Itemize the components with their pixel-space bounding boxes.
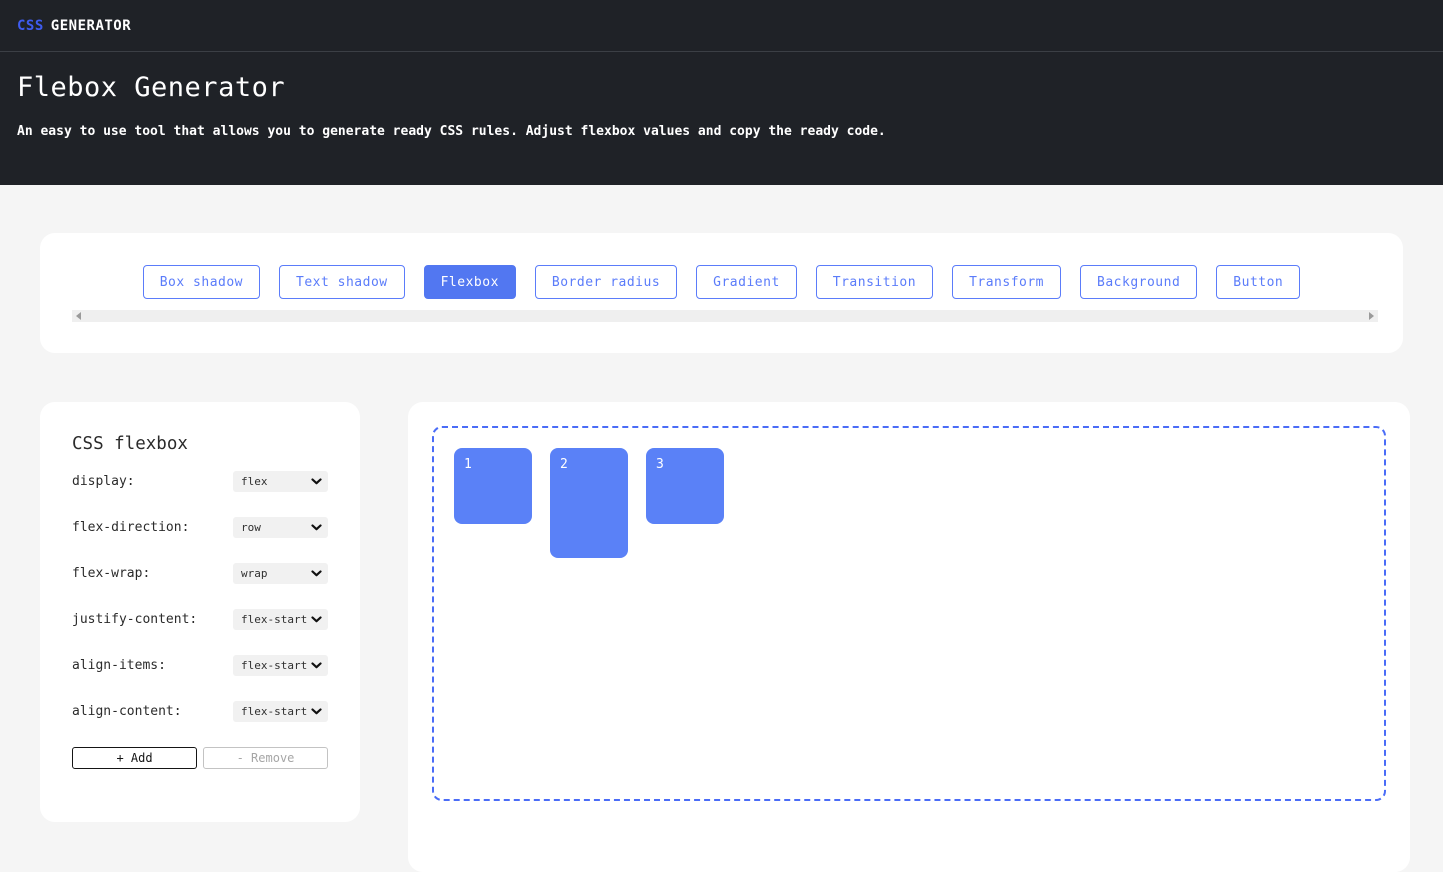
scroll-right-arrow-icon[interactable]: [1369, 312, 1374, 320]
control-row-flex-direction: flex-direction: row: [72, 517, 328, 538]
logo-generator-text: GENERATOR: [51, 18, 131, 34]
chevron-down-icon: [311, 524, 322, 531]
align-items-select-value: flex-start: [241, 659, 307, 672]
flexbox-settings-panel: CSS flexbox display: flex flex-direction: r…: [40, 402, 360, 822]
remove-item-button[interactable]: - Remove: [203, 747, 328, 769]
display-select-value: flex: [241, 475, 268, 488]
tab-border-radius[interactable]: Border radius: [535, 265, 677, 299]
control-row-align-items: align-items: flex-start: [72, 655, 328, 676]
justify-content-label: justify-content:: [72, 612, 197, 627]
main-content: CSS flexbox display: flex flex-direction: r…: [40, 402, 1410, 872]
tab-box-shadow[interactable]: Box shadow: [143, 265, 260, 299]
panel-heading: CSS flexbox: [72, 434, 328, 454]
control-row-display: display: flex: [72, 471, 328, 492]
tab-transition[interactable]: Transition: [816, 265, 933, 299]
chevron-down-icon: [311, 662, 322, 669]
page-subtitle: An easy to use tool that allows you to g…: [17, 124, 1426, 139]
flex-direction-label: flex-direction:: [72, 520, 189, 535]
display-label: display:: [72, 474, 135, 489]
flex-wrap-select[interactable]: wrap: [233, 563, 328, 584]
align-content-select-value: flex-start: [241, 705, 307, 718]
align-content-label: align-content:: [72, 704, 182, 719]
flex-wrap-select-value: wrap: [241, 567, 268, 580]
align-items-select[interactable]: flex-start: [233, 655, 328, 676]
chevron-down-icon: [311, 616, 322, 623]
display-select[interactable]: flex: [233, 471, 328, 492]
tab-flexbox[interactable]: Flexbox: [424, 265, 516, 299]
flex-item-2[interactable]: 2: [550, 448, 628, 558]
chevron-down-icon: [311, 708, 322, 715]
align-items-label: align-items:: [72, 658, 166, 673]
hero-header: Flebox Generator An easy to use tool tha…: [0, 52, 1443, 185]
flex-direction-select[interactable]: row: [233, 517, 328, 538]
add-item-button[interactable]: + Add: [72, 747, 197, 769]
justify-content-select[interactable]: flex-start: [233, 609, 328, 630]
flex-item-3[interactable]: 3: [646, 448, 724, 524]
flex-direction-select-value: row: [241, 521, 261, 534]
tabs-row: Box shadow Text shadow Flexbox Border radiu…: [40, 233, 1403, 299]
control-row-justify-content: justify-content: flex-start: [72, 609, 328, 630]
tab-transform[interactable]: Transform: [952, 265, 1061, 299]
tab-gradient[interactable]: Gradient: [696, 265, 797, 299]
controls-list: display: flex flex-direction: row flex-wrap:…: [72, 471, 328, 722]
scroll-left-arrow-icon[interactable]: [76, 312, 81, 320]
preview-panel: 123: [408, 402, 1410, 872]
generator-tabs-card: Box shadow Text shadow Flexbox Border radiu…: [40, 233, 1403, 353]
tab-button[interactable]: Button: [1216, 265, 1300, 299]
chevron-down-icon: [311, 478, 322, 485]
top-navbar: CSS GENERATOR: [0, 0, 1443, 52]
tab-background[interactable]: Background: [1080, 265, 1197, 299]
page-title: Flebox Generator: [17, 52, 1426, 103]
tab-text-shadow[interactable]: Text shadow: [279, 265, 405, 299]
app-logo[interactable]: CSS GENERATOR: [17, 18, 131, 34]
flex-wrap-label: flex-wrap:: [72, 566, 150, 581]
flex-item-1[interactable]: 1: [454, 448, 532, 524]
justify-content-select-value: flex-start: [241, 613, 307, 626]
tabs-horizontal-scrollbar[interactable]: [72, 310, 1378, 322]
align-content-select[interactable]: flex-start: [233, 701, 328, 722]
flex-container-preview: 123: [432, 426, 1386, 801]
logo-css-text: CSS: [17, 18, 44, 34]
chevron-down-icon: [311, 570, 322, 577]
control-row-flex-wrap: flex-wrap: wrap: [72, 563, 328, 584]
control-row-align-content: align-content: flex-start: [72, 701, 328, 722]
item-actions-row: + Add - Remove: [72, 747, 328, 769]
